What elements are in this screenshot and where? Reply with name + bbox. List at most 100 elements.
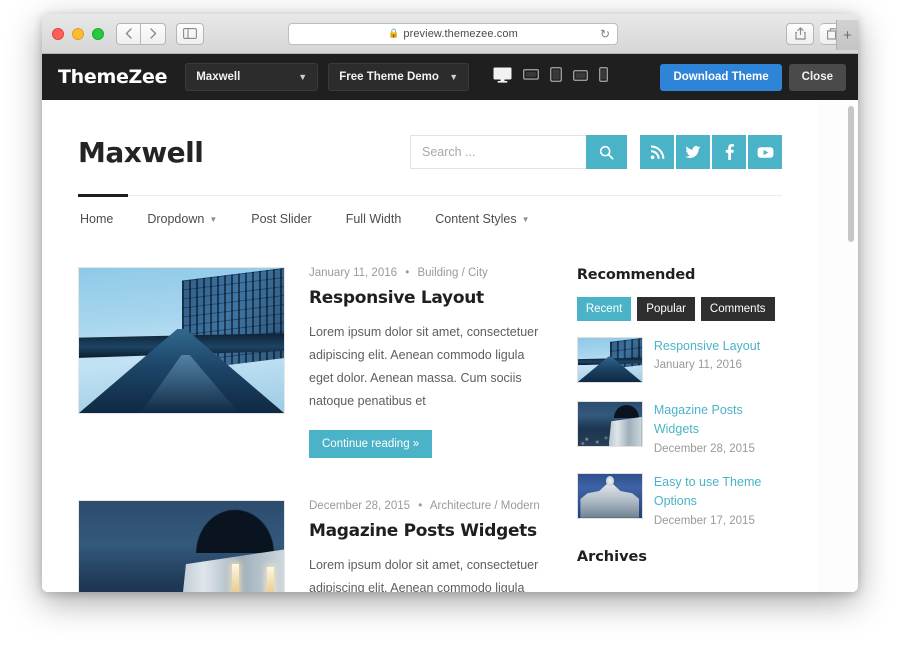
nav-label: Full Width bbox=[345, 212, 402, 226]
widget-title-archives: Archives bbox=[576, 548, 648, 565]
back-chevron-icon bbox=[125, 28, 132, 39]
recommended-tabs: Recent Popular Comments bbox=[576, 297, 782, 321]
recent-post-text: Easy to use Theme Options December 17, 2… bbox=[654, 473, 782, 527]
recent-post-text: Magazine Posts Widgets December 28, 2015 bbox=[654, 401, 782, 455]
recent-post-date: December 28, 2015 bbox=[653, 442, 755, 455]
nav-item-post-slider[interactable]: Post Slider bbox=[249, 197, 313, 241]
sidebar-toggle-button[interactable] bbox=[176, 22, 204, 45]
meta-separator: • bbox=[405, 267, 410, 279]
content-area: January 11, 2016 • Building / City Respo… bbox=[78, 241, 782, 592]
scrollbar-thumb[interactable] bbox=[848, 106, 854, 242]
mobile-view-icon[interactable] bbox=[599, 66, 609, 87]
post-excerpt: Lorem ipsum dolor sit amet, consectetuer… bbox=[309, 325, 539, 409]
recent-post-title[interactable]: Magazine Posts Widgets bbox=[654, 401, 782, 440]
download-theme-button[interactable]: Download Theme bbox=[660, 63, 782, 91]
maximize-window-button[interactable] bbox=[92, 27, 104, 40]
site-preview-viewport: Maxwell Search ... Home Dropdown ▼ Post … bbox=[42, 100, 858, 592]
header-widgets bbox=[410, 135, 782, 169]
nav-label: Content Styles bbox=[435, 212, 517, 226]
share-button[interactable] bbox=[786, 22, 814, 45]
recent-post-thumbnail[interactable] bbox=[576, 337, 643, 383]
nav-item-home[interactable]: Home bbox=[78, 197, 115, 241]
youtube-icon[interactable] bbox=[748, 135, 782, 169]
rss-icon[interactable] bbox=[640, 135, 674, 169]
post-date: December 28, 2015 bbox=[309, 499, 411, 512]
themezee-preview-bar: ThemeZee Maxwell ▼ Free Theme Demo ▼ Dow… bbox=[42, 54, 858, 100]
chevron-down-icon: ▼ bbox=[449, 72, 459, 82]
back-button[interactable] bbox=[116, 22, 141, 45]
facebook-icon[interactable] bbox=[712, 135, 746, 169]
recent-post-text: Responsive Layout January 11, 2016 bbox=[654, 337, 782, 383]
tab-comments[interactable]: Comments bbox=[700, 297, 775, 321]
forward-button[interactable] bbox=[141, 22, 166, 45]
meta-separator: • bbox=[418, 499, 423, 512]
post-body: December 28, 2015 • Architecture / Moder… bbox=[309, 500, 542, 593]
laptop-view-icon[interactable] bbox=[523, 68, 540, 86]
themezee-bar-actions: Download Theme Close bbox=[660, 63, 846, 91]
widget-title-recommended: Recommended bbox=[576, 267, 696, 283]
nav-item-full-width[interactable]: Full Width bbox=[344, 197, 404, 241]
recent-post-title[interactable]: Easy to use Theme Options bbox=[654, 473, 782, 512]
recent-post-date: December 17, 2015 bbox=[653, 514, 755, 527]
recent-post-thumbnail[interactable] bbox=[576, 401, 643, 447]
post-item: December 28, 2015 • Architecture / Moder… bbox=[78, 499, 542, 593]
demo-select[interactable]: Free Theme Demo ▼ bbox=[328, 63, 470, 91]
search-icon bbox=[599, 145, 614, 160]
tab-popular[interactable]: Popular bbox=[637, 297, 695, 321]
desktop-view-icon[interactable] bbox=[493, 67, 512, 88]
chevron-down-icon: ▼ bbox=[298, 72, 308, 82]
sidebar: Recommended Recent Popular Comments Resp… bbox=[576, 267, 782, 592]
post-featured-image[interactable] bbox=[78, 267, 285, 414]
close-window-button[interactable] bbox=[52, 27, 64, 40]
recent-post-date: January 11, 2016 bbox=[653, 359, 742, 372]
reload-icon[interactable]: ↻ bbox=[600, 27, 610, 41]
site-content: Maxwell Search ... Home Dropdown ▼ Post … bbox=[42, 100, 818, 592]
list-item: Magazine Posts Widgets December 28, 2015 bbox=[576, 401, 782, 455]
search-input[interactable] bbox=[410, 135, 586, 169]
demo-select-value: Free Theme Demo bbox=[339, 71, 439, 83]
new-tab-button[interactable]: + bbox=[836, 20, 858, 50]
recent-post-title[interactable]: Responsive Layout bbox=[654, 337, 782, 356]
address-bar[interactable]: 🔒 preview.themezee.com ↻ bbox=[288, 22, 618, 45]
sidebar-toggle-icon bbox=[183, 28, 197, 39]
tablet-landscape-view-icon[interactable] bbox=[573, 68, 589, 86]
site-header: Maxwell bbox=[78, 100, 782, 195]
viewport-scrollbar[interactable] bbox=[847, 104, 855, 588]
nav-item-dropdown[interactable]: Dropdown ▼ bbox=[145, 197, 219, 241]
post-title[interactable]: Magazine Posts Widgets bbox=[309, 521, 542, 541]
tablet-portrait-view-icon[interactable] bbox=[550, 66, 563, 87]
browser-window: 🔒 preview.themezee.com ↻ + ThemeZee Maxw… bbox=[42, 14, 858, 592]
share-icon bbox=[794, 27, 806, 40]
continue-reading-button[interactable]: Continue reading » bbox=[309, 429, 433, 458]
list-item: Easy to use Theme Options December 17, 2… bbox=[576, 472, 782, 527]
theme-select-value: Maxwell bbox=[196, 71, 241, 83]
close-preview-button[interactable]: Close bbox=[788, 63, 846, 91]
lock-icon: 🔒 bbox=[388, 28, 400, 38]
nav-label: Dropdown bbox=[147, 212, 205, 226]
post-meta: January 11, 2016 • Building / City bbox=[309, 267, 542, 279]
post-excerpt: Lorem ipsum dolor sit amet, consectetuer… bbox=[309, 557, 539, 593]
browser-toolbar: 🔒 preview.themezee.com ↻ + bbox=[42, 14, 858, 54]
post-title[interactable]: Responsive Layout bbox=[309, 288, 542, 308]
themezee-logo[interactable]: ThemeZee bbox=[54, 66, 168, 88]
social-links bbox=[640, 135, 782, 169]
forward-chevron-icon bbox=[149, 28, 156, 39]
post-categories[interactable]: Architecture / Modern bbox=[430, 500, 540, 512]
nav-active-indicator bbox=[78, 194, 128, 197]
search-submit-button[interactable] bbox=[586, 135, 627, 169]
url-text: preview.themezee.com bbox=[403, 27, 518, 40]
recent-post-thumbnail[interactable] bbox=[576, 472, 643, 519]
device-preview-switcher bbox=[493, 66, 609, 88]
post-featured-image[interactable] bbox=[78, 499, 285, 592]
theme-select[interactable]: Maxwell ▼ bbox=[185, 63, 319, 91]
nav-item-content-styles[interactable]: Content Styles ▼ bbox=[433, 197, 531, 241]
site-title[interactable]: Maxwell bbox=[78, 136, 204, 169]
twitter-icon[interactable] bbox=[676, 135, 710, 169]
minimize-window-button[interactable] bbox=[72, 27, 84, 40]
post-list: January 11, 2016 • Building / City Respo… bbox=[78, 267, 542, 592]
post-categories[interactable]: Building / City bbox=[417, 267, 487, 279]
tab-recent[interactable]: Recent bbox=[576, 297, 632, 321]
window-controls bbox=[52, 27, 104, 40]
navigation-buttons bbox=[116, 22, 166, 45]
list-item: Responsive Layout January 11, 2016 bbox=[576, 337, 782, 383]
